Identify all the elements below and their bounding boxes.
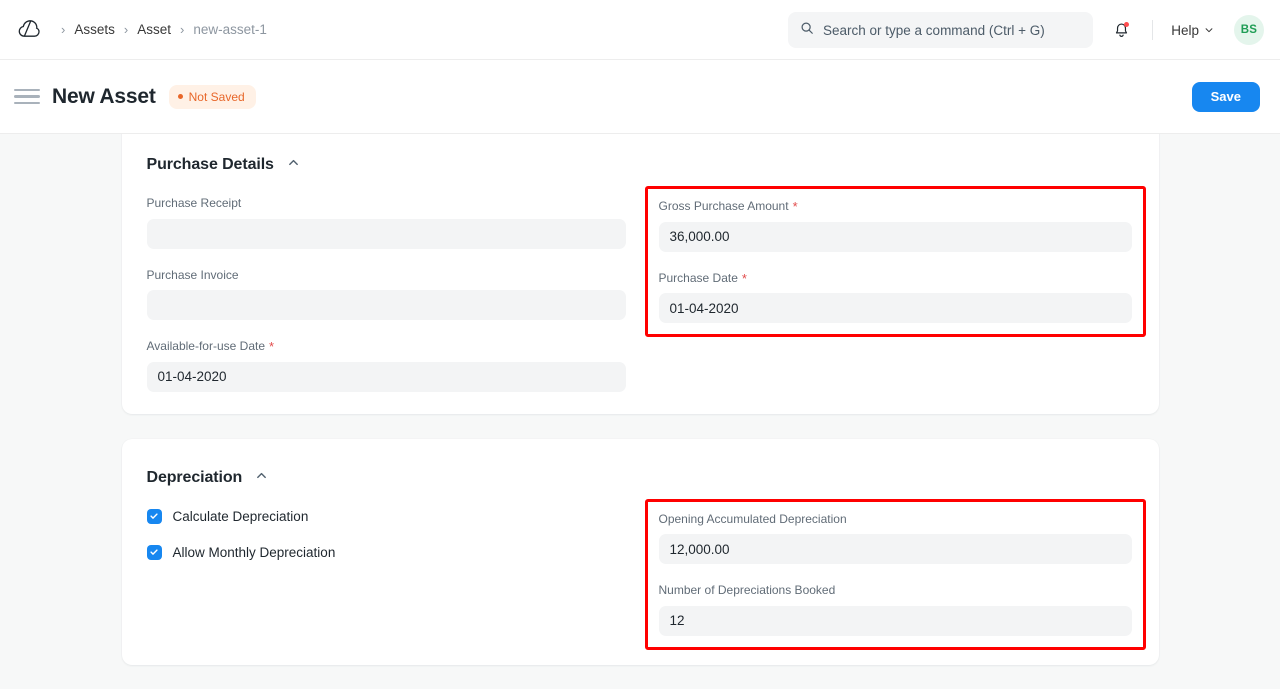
field-row: Purchase Receipt Purchase Invoice Availa…: [147, 196, 1134, 392]
user-avatar[interactable]: BS: [1234, 15, 1264, 45]
search-icon: [800, 21, 814, 40]
breadcrumb-separator: ›: [54, 23, 72, 36]
field-purchase-date: Purchase Date * 01-04-2020: [659, 271, 1132, 324]
status-dot-icon: [178, 94, 183, 99]
help-label: Help: [1171, 23, 1199, 38]
input-purchase-invoice[interactable]: [147, 290, 626, 320]
field-gross-purchase-amount: Gross Purchase Amount * 36,000.00: [659, 199, 1132, 252]
input-available-for-use-date[interactable]: 01-04-2020: [147, 362, 626, 392]
highlight-box-purchase: Gross Purchase Amount * 36,000.00 Purcha…: [645, 186, 1146, 337]
label-text: Purchase Date: [659, 271, 738, 287]
input-gross-purchase-amount[interactable]: 36,000.00: [659, 222, 1132, 252]
field-row: Calculate Depreciation Allow Monthly Dep…: [147, 509, 1134, 639]
status-badge-label: Not Saved: [189, 90, 245, 104]
section-card-purchase-details: Purchase Details Purchase Receipt Pur: [122, 134, 1159, 414]
left-column: Purchase Receipt Purchase Invoice Availa…: [147, 196, 626, 392]
page-title: New Asset: [52, 85, 156, 109]
checkbox-checked-icon[interactable]: [147, 509, 162, 524]
label-text: Purchase Invoice: [147, 268, 239, 284]
page-header: New Asset Not Saved Save: [0, 60, 1280, 134]
section-title: Purchase Details: [147, 156, 274, 174]
field-label: Gross Purchase Amount *: [659, 199, 1132, 215]
notifications-button[interactable]: [1104, 13, 1138, 47]
navbar-right-actions: Help BS: [1104, 0, 1264, 60]
field-label: Opening Accumulated Depreciation: [659, 512, 1132, 528]
field-opening-accumulated-depreciation: Opening Accumulated Depreciation 12,000.…: [659, 512, 1132, 565]
field-label: Number of Depreciations Booked: [659, 583, 1132, 599]
highlight-box-depreciation: Opening Accumulated Depreciation 12,000.…: [645, 499, 1146, 650]
section-header-depreciation[interactable]: Depreciation: [147, 469, 1134, 487]
checkbox-calculate-depreciation[interactable]: Calculate Depreciation: [147, 509, 626, 524]
label-text: Opening Accumulated Depreciation: [659, 512, 847, 528]
field-purchase-receipt: Purchase Receipt: [147, 196, 626, 249]
top-navbar: › Assets › Asset › new-asset-1 Search or…: [0, 0, 1280, 60]
chevron-down-icon: [1204, 23, 1214, 38]
field-label: Available-for-use Date *: [147, 339, 626, 355]
cloud-logo-icon[interactable]: [14, 15, 44, 45]
required-asterisk: *: [742, 272, 747, 285]
required-asterisk: *: [793, 200, 798, 213]
input-opening-accumulated-depreciation[interactable]: 12,000.00: [659, 534, 1132, 564]
help-menu-button[interactable]: Help: [1167, 19, 1218, 42]
chevron-up-icon[interactable]: [255, 469, 268, 487]
checkbox-label: Allow Monthly Depreciation: [173, 545, 336, 560]
field-label: Purchase Invoice: [147, 268, 626, 284]
label-text: Number of Depreciations Booked: [659, 583, 836, 599]
breadcrumb-separator: ›: [173, 23, 191, 36]
section-header-purchase-details[interactable]: Purchase Details: [147, 156, 1134, 174]
checkbox-allow-monthly-depreciation[interactable]: Allow Monthly Depreciation: [147, 545, 626, 560]
checkbox-label: Calculate Depreciation: [173, 509, 309, 524]
left-column: Calculate Depreciation Allow Monthly Dep…: [147, 509, 626, 639]
field-label: Purchase Receipt: [147, 196, 626, 212]
breadcrumb-separator: ›: [117, 23, 135, 36]
required-asterisk: *: [269, 340, 274, 353]
form-scroll-area[interactable]: Purchase Details Purchase Receipt Pur: [0, 134, 1280, 689]
chevron-up-icon[interactable]: [287, 156, 300, 174]
breadcrumb-item-current: new-asset-1: [193, 22, 267, 37]
breadcrumb-item-asset[interactable]: Asset: [137, 22, 171, 37]
field-label: Purchase Date *: [659, 271, 1132, 287]
search-placeholder-text: Search or type a command (Ctrl + G): [823, 23, 1045, 38]
save-button[interactable]: Save: [1192, 82, 1260, 112]
input-purchase-date[interactable]: 01-04-2020: [659, 293, 1132, 323]
label-text: Available-for-use Date: [147, 339, 266, 355]
status-badge: Not Saved: [169, 85, 256, 109]
navbar-divider: [1152, 20, 1153, 40]
field-number-of-depreciations-booked: Number of Depreciations Booked 12: [659, 583, 1132, 636]
right-column: Gross Purchase Amount * 36,000.00 Purcha…: [656, 196, 1135, 392]
input-number-of-depreciations-booked[interactable]: 12: [659, 606, 1132, 636]
checkbox-checked-icon[interactable]: [147, 545, 162, 560]
label-text: Gross Purchase Amount: [659, 199, 789, 215]
breadcrumb: › Assets › Asset › new-asset-1: [54, 22, 267, 37]
input-purchase-receipt[interactable]: [147, 219, 626, 249]
global-search-input[interactable]: Search or type a command (Ctrl + G): [788, 12, 1093, 48]
field-purchase-invoice: Purchase Invoice: [147, 268, 626, 321]
section-title: Depreciation: [147, 469, 243, 487]
hamburger-icon[interactable]: [14, 84, 40, 110]
section-card-depreciation: Depreciation Calculate Depreciation: [122, 439, 1159, 665]
right-column: Opening Accumulated Depreciation 12,000.…: [656, 509, 1135, 639]
breadcrumb-item-assets[interactable]: Assets: [74, 22, 115, 37]
field-available-for-use-date: Available-for-use Date * 01-04-2020: [147, 339, 626, 392]
label-text: Purchase Receipt: [147, 196, 242, 212]
